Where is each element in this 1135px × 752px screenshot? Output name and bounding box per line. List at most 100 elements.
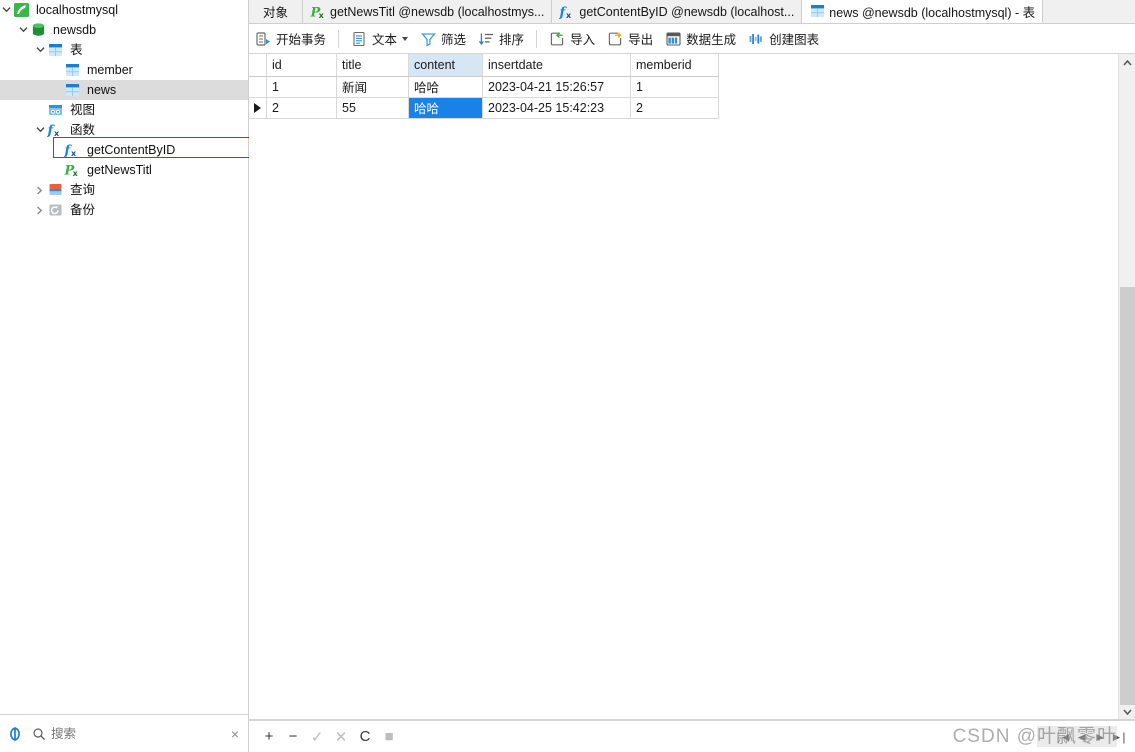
prev-record-button[interactable]: ◄ xyxy=(1074,728,1090,746)
toolbar-button-导入[interactable]: 导入 xyxy=(543,27,601,51)
table-body[interactable]: 1 新闻 哈哈 2023-04-21 15:26:57 1 2 55 哈哈 2023-04-25… xyxy=(249,76,719,119)
toolbar-button-数据生成[interactable]: 数据生成 xyxy=(659,27,742,51)
chevron-down-icon[interactable] xyxy=(34,40,47,60)
close-icon[interactable]: × xyxy=(231,727,239,741)
cell-memberid[interactable]: 1 xyxy=(630,76,719,98)
toolbar-button-创建图表[interactable]: 创建图表 xyxy=(742,27,825,51)
tree-item-label: news xyxy=(87,83,117,97)
record-status-bar[interactable]: + − ✓ ✕ C ■ |◄ ◄ ► ►| xyxy=(249,720,1135,752)
tree-item-函数[interactable]: f x 函数 xyxy=(0,120,248,140)
tree-item-newsdb[interactable]: newsdb xyxy=(0,20,248,40)
svg-text:x: x xyxy=(54,129,60,138)
scroll-up-icon[interactable] xyxy=(1119,54,1135,71)
cell-content[interactable]: 哈哈 xyxy=(408,76,483,98)
editor-tab-3[interactable]: news @newsdb (localhostmysql) - 表 xyxy=(802,0,1044,23)
toolbar-separator xyxy=(536,29,538,48)
current-row-arrow-icon xyxy=(254,103,261,114)
svg-text:x: x xyxy=(71,149,77,158)
table-icon xyxy=(809,3,826,19)
refresh-button[interactable]: C xyxy=(353,725,377,749)
editor-tab-bar[interactable]: 对象 Px getNewsTitl @newsdb (localhostmys..… xyxy=(249,0,1135,24)
procedure-px-icon: Px xyxy=(64,162,82,179)
scrollbar-thumb[interactable] xyxy=(1120,287,1135,705)
toolbar-button-label: 创建图表 xyxy=(769,33,820,47)
data-grid[interactable]: id title content insertdate memberid 1 新闻 哈哈 20… xyxy=(249,54,1118,720)
editor-tab-2[interactable]: f x getContentByID @newsdb (localhost... xyxy=(552,0,803,23)
tree-item-getNewsTitl[interactable]: Px getNewsTitl xyxy=(0,160,248,180)
next-record-button[interactable]: ► xyxy=(1092,728,1108,746)
column-header-memberid[interactable]: memberid xyxy=(630,54,719,77)
function-fx-icon: fx xyxy=(47,122,65,139)
tree-item-label: 备份 xyxy=(70,203,96,217)
toolbar-button-开始事务[interactable]: 开始事务 xyxy=(249,27,332,51)
toolbar-button-label: 开始事务 xyxy=(276,33,327,47)
column-header-content[interactable]: content xyxy=(408,54,483,77)
first-record-button[interactable]: |◄ xyxy=(1056,728,1072,746)
tree-item-label: getContentByID xyxy=(87,143,176,157)
table-row[interactable]: 2 55 哈哈 2023-04-25 15:42:23 2 xyxy=(249,97,719,119)
records-table[interactable]: id title content insertdate memberid 1 新闻 哈哈 20… xyxy=(249,54,719,119)
last-record-button[interactable]: ►| xyxy=(1110,728,1126,746)
tables-folder-icon xyxy=(47,42,65,58)
data-generate-icon xyxy=(665,31,682,47)
cell-content[interactable]: 哈哈 xyxy=(408,97,483,119)
tree-item-member[interactable]: member xyxy=(0,60,248,80)
database-icon xyxy=(30,22,48,38)
tree-item-localhostmysql[interactable]: localhostmysql xyxy=(0,0,248,20)
sidebar-search-bar[interactable]: × xyxy=(0,714,248,752)
editor-tab-1[interactable]: Px getNewsTitl @newsdb (localhostmys... xyxy=(303,0,553,23)
svg-text:x: x xyxy=(73,169,79,178)
chevron-down-icon[interactable] xyxy=(0,0,13,20)
tree-item-label: 表 xyxy=(70,43,83,57)
row-marker[interactable] xyxy=(249,97,267,119)
toolbar-separator xyxy=(338,29,340,48)
add-record-button[interactable]: + xyxy=(257,725,281,749)
object-tree[interactable]: localhostmysql newsdb 表 member news 视图 f x 函数 f x g… xyxy=(0,0,248,713)
tree-item-label: localhostmysql xyxy=(36,3,118,17)
apply-change-button: ✓ xyxy=(310,728,324,746)
cell-insertdate[interactable]: 2023-04-25 15:42:23 xyxy=(482,97,631,119)
tree-item-备份[interactable]: 备份 xyxy=(0,200,248,220)
tree-item-news[interactable]: news xyxy=(0,80,248,100)
toolbar-button-文本[interactable]: 文本 xyxy=(345,27,414,51)
cell-id[interactable]: 1 xyxy=(266,76,337,98)
export-icon xyxy=(607,31,624,47)
tree-item-查询[interactable]: 查询 xyxy=(0,180,248,200)
column-header-id[interactable]: id xyxy=(266,54,337,77)
tab-objects-label: 对象 xyxy=(263,6,289,20)
editor-tab-label: getNewsTitl @newsdb (localhostmys... xyxy=(330,4,545,19)
chevron-right-icon[interactable] xyxy=(34,180,47,200)
tree-item-getContentByID[interactable]: f x getContentByID xyxy=(0,140,248,160)
cell-memberid[interactable]: 2 xyxy=(630,97,719,119)
tree-item-视图[interactable]: 视图 xyxy=(0,100,248,120)
cell-insertdate[interactable]: 2023-04-21 15:26:57 xyxy=(482,76,631,98)
column-header-insertdate[interactable]: insertdate xyxy=(482,54,631,77)
chevron-down-icon[interactable] xyxy=(402,36,409,41)
chevron-down-icon[interactable] xyxy=(34,120,47,140)
delete-record-button[interactable]: − xyxy=(281,725,305,749)
table-row[interactable]: 1 新闻 哈哈 2023-04-21 15:26:57 1 xyxy=(249,76,719,98)
column-header-title[interactable]: title xyxy=(336,54,409,77)
tree-item-表[interactable]: 表 xyxy=(0,40,248,60)
cell-title[interactable]: 新闻 xyxy=(336,76,409,98)
function-fx-icon: fx xyxy=(559,4,576,20)
grid-toolbar[interactable]: 开始事务 文本 筛选 排序 导入 导出 数据生成 创建图表 xyxy=(249,24,1135,54)
cell-title[interactable]: 55 xyxy=(336,97,409,119)
cell-id[interactable]: 2 xyxy=(266,97,337,119)
text-doc-icon xyxy=(351,31,368,47)
vertical-scrollbar[interactable] xyxy=(1118,54,1135,720)
stop-button: ■ xyxy=(384,728,394,745)
tab-objects[interactable]: 对象 xyxy=(249,0,304,23)
scroll-down-icon[interactable] xyxy=(1119,703,1135,720)
tree-item-label: getNewsTitl xyxy=(87,163,152,177)
toolbar-button-排序[interactable]: 排序 xyxy=(472,27,530,51)
toolbar-button-筛选[interactable]: 筛选 xyxy=(414,27,472,51)
chevron-right-icon[interactable] xyxy=(34,200,47,220)
search-input[interactable] xyxy=(51,726,221,741)
record-navigator[interactable]: |◄ ◄ ► ►| xyxy=(1056,728,1126,746)
toolbar-button-导出[interactable]: 导出 xyxy=(601,27,659,51)
chevron-down-icon[interactable] xyxy=(17,20,30,40)
row-marker[interactable] xyxy=(249,76,267,98)
